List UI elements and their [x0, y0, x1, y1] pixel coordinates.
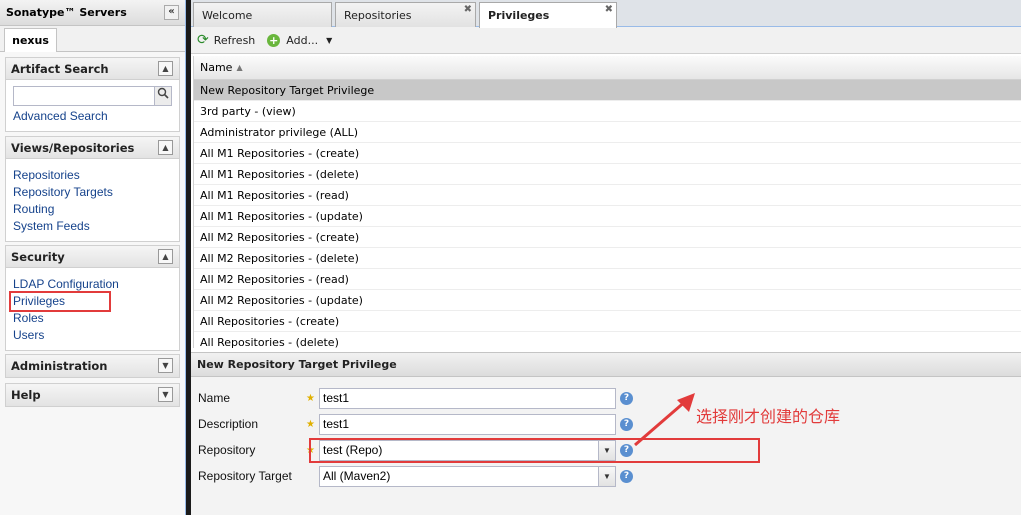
repository-target-row: Repository Target ★ All (Maven2) ▼ ? — [198, 465, 633, 487]
nav-system-feeds[interactable]: System Feeds — [13, 218, 172, 235]
chevron-down-icon[interactable]: ▼ — [598, 466, 615, 486]
security-header[interactable]: Security ▲ — [6, 246, 179, 268]
close-icon[interactable]: ✖ — [605, 4, 613, 15]
tab-welcome-label: Welcome — [202, 8, 253, 22]
annotation-text: 选择刚才创建的仓库 — [696, 407, 841, 426]
left-navigation-panel: Sonatype™ Servers « nexus Artifact Searc… — [0, 0, 186, 515]
table-row[interactable]: New Repository Target Privilege — [194, 80, 1021, 101]
table-row[interactable]: All M1 Repositories - (create) — [194, 143, 1021, 164]
refresh-label: Refresh — [213, 33, 256, 47]
nav-users[interactable]: Users — [13, 327, 172, 344]
table-row[interactable]: All M2 Repositories - (create) — [194, 227, 1021, 248]
servers-title: Sonatype™ Servers — [6, 6, 127, 19]
repository-label: Repository — [198, 443, 256, 457]
views-repositories-header[interactable]: Views/Repositories ▲ — [6, 137, 179, 159]
refresh-button[interactable]: ⟳ Refresh — [197, 32, 255, 48]
tab-privileges-label: Privileges — [488, 9, 550, 22]
description-label: Description — [198, 417, 259, 431]
servers-header: Sonatype™ Servers « — [0, 0, 185, 26]
table-row[interactable]: All M1 Repositories - (delete) — [194, 164, 1021, 185]
repository-target-select[interactable]: All (Maven2) ▼ — [319, 465, 616, 487]
description-field[interactable]: test1 — [319, 413, 616, 435]
artifact-search-input[interactable] — [13, 86, 155, 106]
description-row: Description ★ test1 ? — [198, 413, 633, 435]
main-content: Welcome Repositories ✖ Privileges ✖ ⟳ Re… — [191, 0, 1021, 515]
grid-toolbar: ⟳ Refresh + Add... ▼ — [191, 27, 1021, 54]
required-star-icon: ★ — [306, 392, 315, 404]
table-row[interactable]: All M2 Repositories - (update) — [194, 290, 1021, 311]
table-row[interactable]: All M2 Repositories - (read) — [194, 269, 1021, 290]
privileges-grid: Name ▲ New Repository Target Privilege 3… — [193, 56, 1021, 348]
grid-column-header-name[interactable]: Name ▲ — [194, 56, 1021, 80]
administration-section: Administration ▼ — [5, 354, 180, 378]
table-row[interactable]: 3rd party - (view) — [194, 101, 1021, 122]
collapse-up-icon[interactable]: ▲ — [158, 61, 173, 76]
expand-down-icon[interactable]: ▼ — [158, 358, 173, 373]
name-field[interactable]: test1 — [319, 387, 616, 409]
views-repositories-title: Views/Repositories — [11, 140, 135, 155]
tab-welcome[interactable]: Welcome — [193, 2, 332, 27]
nav-repository-targets[interactable]: Repository Targets — [13, 184, 172, 201]
security-title: Security — [11, 249, 65, 264]
server-tabstrip: nexus — [0, 26, 185, 52]
help-section: Help ▼ — [5, 383, 180, 407]
table-row[interactable]: Administrator privilege (ALL) — [194, 122, 1021, 143]
artifact-search-header[interactable]: Artifact Search ▲ — [6, 58, 179, 80]
tab-privileges[interactable]: Privileges ✖ — [479, 2, 617, 28]
table-row[interactable]: All M1 Repositories - (read) — [194, 185, 1021, 206]
form-title: New Repository Target Privilege — [191, 353, 1021, 377]
tab-nexus[interactable]: nexus — [4, 28, 57, 52]
administration-title: Administration — [11, 359, 108, 373]
administration-header[interactable]: Administration ▼ — [6, 355, 179, 377]
nav-roles[interactable]: Roles — [13, 310, 172, 327]
column-name-label: Name — [200, 61, 233, 74]
privilege-form-panel: New Repository Target Privilege Name ★ t… — [191, 352, 1021, 515]
name-label: Name — [198, 391, 231, 405]
table-row[interactable]: All M1 Repositories - (update) — [194, 206, 1021, 227]
close-icon[interactable]: ✖ — [464, 4, 472, 15]
expand-down-icon[interactable]: ▼ — [158, 387, 173, 402]
repository-target-label: Repository Target — [198, 469, 292, 483]
advanced-search-link[interactable]: Advanced Search — [13, 108, 172, 125]
collapse-up-icon[interactable]: ▲ — [158, 140, 173, 155]
add-icon: + — [267, 33, 281, 47]
main-tabbar: Welcome Repositories ✖ Privileges ✖ — [191, 0, 1021, 28]
sort-ascending-icon: ▲ — [236, 63, 243, 72]
privileges-highlight-box — [9, 291, 111, 312]
help-header[interactable]: Help ▼ — [6, 384, 179, 406]
nav-repositories[interactable]: Repositories — [13, 167, 172, 184]
search-icon[interactable] — [154, 86, 172, 106]
repository-target-select-value: All (Maven2) — [323, 469, 391, 483]
add-label: Add... — [286, 33, 319, 47]
table-row[interactable]: All M2 Repositories - (delete) — [194, 248, 1021, 269]
collapse-up-icon[interactable]: ▲ — [158, 249, 173, 264]
collapse-left-panel-button[interactable]: « — [164, 5, 179, 20]
table-row[interactable]: All Repositories - (create) — [194, 311, 1021, 332]
artifact-search-section: Artifact Search ▲ Advanced Search — [5, 57, 180, 132]
artifact-search-title: Artifact Search — [11, 61, 109, 76]
name-row: Name ★ test1 ? — [198, 387, 633, 409]
tab-repositories-label: Repositories — [344, 8, 412, 22]
nav-routing[interactable]: Routing — [13, 201, 172, 218]
tab-repositories[interactable]: Repositories ✖ — [335, 2, 476, 27]
chevron-down-icon: ▼ — [326, 35, 333, 45]
views-repositories-section: Views/Repositories ▲ Repositories Reposi… — [5, 136, 180, 242]
add-button[interactable]: + Add... ▼ — [267, 33, 333, 47]
table-row[interactable]: All Repositories - (delete) — [194, 332, 1021, 349]
refresh-icon: ⟳ — [197, 32, 209, 48]
required-star-icon: ★ — [306, 418, 315, 430]
help-icon[interactable]: ? — [620, 469, 633, 483]
help-title: Help — [11, 388, 41, 402]
